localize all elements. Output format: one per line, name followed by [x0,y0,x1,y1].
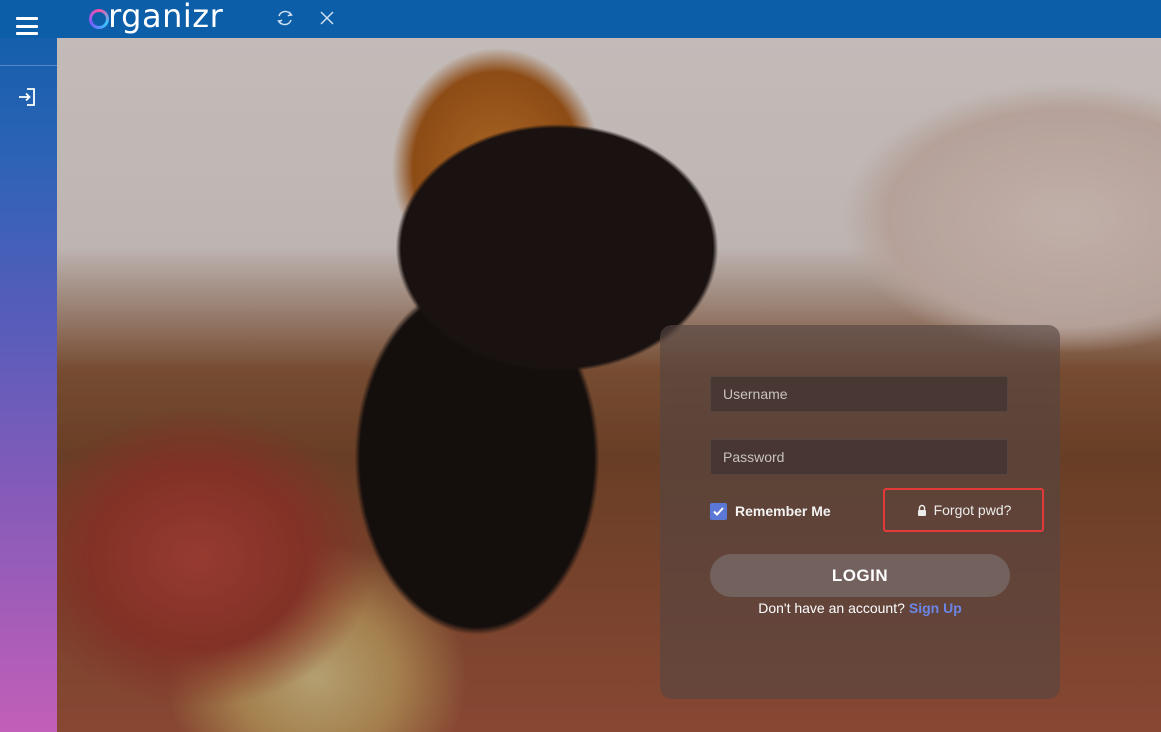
login-icon[interactable] [16,86,38,108]
sidebar-divider [0,65,57,66]
app-logo-text: rganizr [108,0,224,35]
check-icon[interactable] [710,502,727,520]
login-card: Remember Me Forgot pwd? LOGIN Don't have… [660,325,1060,699]
top-bar: organizr [0,0,1161,38]
remember-me-label: Remember Me [735,503,831,519]
close-icon[interactable] [316,7,338,29]
remember-me-checkbox[interactable]: Remember Me [710,502,831,520]
login-button[interactable]: LOGIN [710,554,1010,597]
password-input[interactable] [710,439,1008,475]
app-logo[interactable]: organizr [88,0,223,35]
lock-icon [917,504,926,516]
refresh-icon[interactable] [274,7,296,29]
forgot-password-label: Forgot pwd? [933,502,1012,518]
sidebar [0,0,57,732]
hamburger-icon[interactable] [16,17,38,35]
signup-prompt: Don't have an account? [758,600,905,616]
username-input[interactable] [710,376,1008,412]
signup-prompt-line: Don't have an account? Sign Up [660,600,1060,616]
signup-link[interactable]: Sign Up [909,600,962,616]
forgot-password-link[interactable]: Forgot pwd? [883,488,1044,532]
